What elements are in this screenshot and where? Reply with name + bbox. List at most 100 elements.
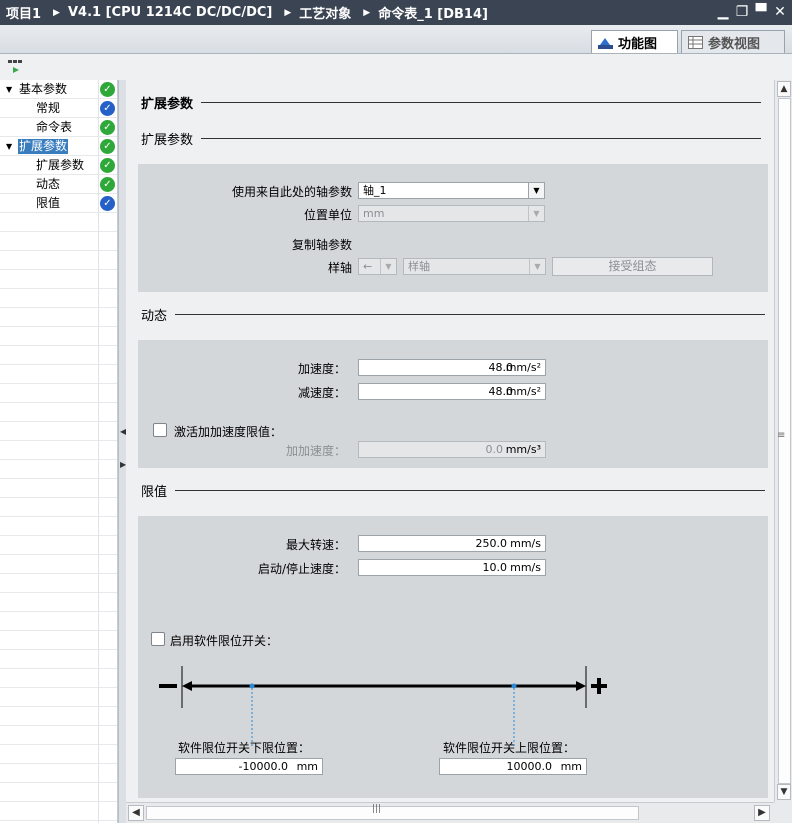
accept-config-button[interactable]: 接受组态	[552, 257, 713, 276]
section-ext-title: 扩展参数	[141, 133, 194, 148]
window-controls: ▁ ❐ ▀ ✕	[715, 3, 788, 21]
tab-parameter-view[interactable]: 参数视图	[681, 30, 785, 53]
scrollbar-corner	[774, 802, 792, 823]
max-speed-value: 250.0	[475, 537, 508, 550]
lower-limit-unit: mm	[296, 760, 318, 773]
upper-limit-input[interactable]: 10000.0 mm	[439, 758, 587, 775]
nav-empty-row	[0, 783, 117, 802]
lower-limit-input[interactable]: -10000.0 mm	[175, 758, 323, 775]
nav-item-dynamics[interactable]: 动态 ✓	[0, 175, 117, 194]
nav-item-label: 基本参数	[19, 82, 68, 96]
nav-empty-row	[0, 251, 117, 270]
jerk-unit: mm/s³	[505, 443, 541, 456]
nav-item-general[interactable]: 常规 ✓	[0, 99, 117, 118]
maximize-icon[interactable]: ▀	[753, 3, 769, 21]
nav-item-limits[interactable]: 限值 ✓	[0, 194, 117, 213]
nav-empty-row	[0, 308, 117, 327]
upper-limit-marker	[511, 683, 517, 689]
collapse-arrow-icon[interactable]: ▼	[6, 137, 12, 156]
accel-input[interactable]: 48.0 mm/s²	[358, 359, 546, 376]
close-icon[interactable]: ✕	[772, 3, 788, 21]
nav-item-label: 命令表	[36, 120, 73, 134]
dropdown-arrow-icon[interactable]: ▼	[529, 259, 545, 274]
minimize-icon[interactable]: ▁	[715, 3, 731, 21]
startstop-speed-input[interactable]: 10.0 mm/s	[358, 559, 546, 576]
nav-status-gutter	[98, 80, 99, 823]
sw-limit-check-label: 启用软件限位开关：	[170, 634, 279, 648]
collapse-arrow-icon[interactable]: ▼	[6, 80, 12, 99]
expand-tree-icon[interactable]	[7, 58, 25, 76]
pane-splitter[interactable]: ◀ ▶	[118, 80, 126, 823]
nav-empty-row	[0, 612, 117, 631]
breadcrumb-tech-objects[interactable]: 工艺对象	[299, 3, 351, 22]
dropdown-arrow-icon[interactable]: ▼	[380, 259, 396, 274]
sample-axis-select[interactable]: 样轴 ▼	[403, 258, 546, 275]
accel-label: 加速度：	[297, 362, 346, 376]
nav-empty-row	[0, 517, 117, 536]
nav-empty-row	[0, 270, 117, 289]
dropdown-arrow-icon[interactable]: ▼	[528, 206, 544, 221]
breadcrumb-command-table[interactable]: 命令表_1 [DB14]	[378, 3, 488, 22]
max-speed-label: 最大转速：	[285, 538, 346, 552]
nav-empty-row	[0, 669, 117, 688]
accel-unit: mm/s²	[505, 361, 541, 374]
breadcrumb-separator-icon: ▶	[53, 7, 60, 18]
breadcrumb-project[interactable]: 项目1	[6, 3, 41, 22]
dynamics-panel: 加速度： 48.0 mm/s² 减速度： 48.0 mm/s² 激活加加速度限值…	[138, 340, 768, 468]
lower-limit-marker	[249, 683, 255, 689]
startstop-speed-unit: mm/s	[510, 561, 541, 574]
dropdown-arrow-icon[interactable]: ▼	[528, 183, 544, 198]
scroll-left-icon[interactable]: ◀	[128, 805, 144, 821]
lower-limit-label: 软件限位开关下限位置：	[178, 741, 311, 755]
axis-param-select[interactable]: 轴_1 ▼	[358, 182, 545, 199]
nav-empty-row	[0, 688, 117, 707]
nav-item-extended-params[interactable]: ▼ 扩展参数 ✓	[0, 137, 117, 156]
section-ext-header: 扩展参数	[141, 129, 762, 148]
decel-input[interactable]: 48.0 mm/s²	[358, 383, 546, 400]
pos-unit-value: mm	[363, 207, 385, 220]
divider	[201, 138, 762, 139]
copy-axis-label: 复制轴参数	[291, 238, 352, 252]
nav-empty-row	[0, 422, 117, 441]
jerk-limit-check-label: 激活加加速度限值：	[174, 425, 283, 439]
pos-unit-select[interactable]: mm ▼	[358, 205, 545, 222]
view-tab-bar: 功能图 参数视图	[0, 25, 792, 54]
breadcrumb-separator-icon: ▶	[284, 7, 292, 18]
nav-empty-row	[0, 403, 117, 422]
nav-item-label-selected: 扩展参数	[18, 139, 69, 154]
divider	[201, 102, 762, 103]
sample-axis-value: 样轴	[408, 260, 430, 273]
sample-direction-value: ←	[363, 260, 373, 273]
scroll-right-icon[interactable]: ▶	[754, 805, 770, 821]
horizontal-scroll-thumb[interactable]	[146, 806, 639, 820]
nav-empty-row	[0, 726, 117, 745]
tab-functional-view[interactable]: 功能图	[591, 30, 678, 53]
axis-plus-sign	[591, 678, 607, 694]
section-limits-title: 限值	[141, 485, 168, 500]
nav-item-extended-params-sub[interactable]: 扩展参数 ✓	[0, 156, 117, 175]
sample-direction-select[interactable]: ← ▼	[358, 258, 397, 275]
pos-unit-label: 位置单位	[303, 208, 352, 222]
scroll-down-icon[interactable]: ▼	[777, 784, 791, 800]
nav-item-command-table[interactable]: 命令表 ✓	[0, 118, 117, 137]
section-limits-header: 限值	[141, 481, 766, 500]
jerk-input[interactable]: 0.0 mm/s³	[358, 441, 546, 458]
nav-empty-row	[0, 802, 117, 821]
upper-limit-unit: mm	[560, 760, 582, 773]
nav-empty-row	[0, 764, 117, 783]
breadcrumb-cpu[interactable]: V4.1 [CPU 1214C DC/DC/DC]	[68, 5, 272, 20]
max-speed-unit: mm/s	[510, 537, 541, 550]
nav-empty-row	[0, 346, 117, 365]
scroll-up-icon[interactable]: ▲	[777, 81, 791, 97]
nav-empty-row	[0, 479, 117, 498]
breadcrumb-separator-icon: ▶	[363, 7, 371, 18]
max-speed-input[interactable]: 250.0 mm/s	[358, 535, 546, 552]
vertical-scroll-thumb[interactable]	[778, 98, 791, 784]
nav-item-basic-params[interactable]: ▼ 基本参数 ✓	[0, 80, 117, 99]
restore-icon[interactable]: ❐	[734, 3, 750, 21]
vertical-scrollbar[interactable]: ▲ ≡ ▼	[774, 80, 792, 802]
horizontal-scrollbar[interactable]: ◀ ||| ▶	[126, 802, 774, 823]
jerk-limit-checkbox[interactable]	[153, 423, 167, 437]
ext-params-panel: 使用来自此处的轴参数 轴_1 ▼ 位置单位 mm ▼ 复制轴参数 样轴 ← ▼ …	[138, 164, 768, 292]
sw-limit-checkbox[interactable]	[151, 632, 165, 646]
